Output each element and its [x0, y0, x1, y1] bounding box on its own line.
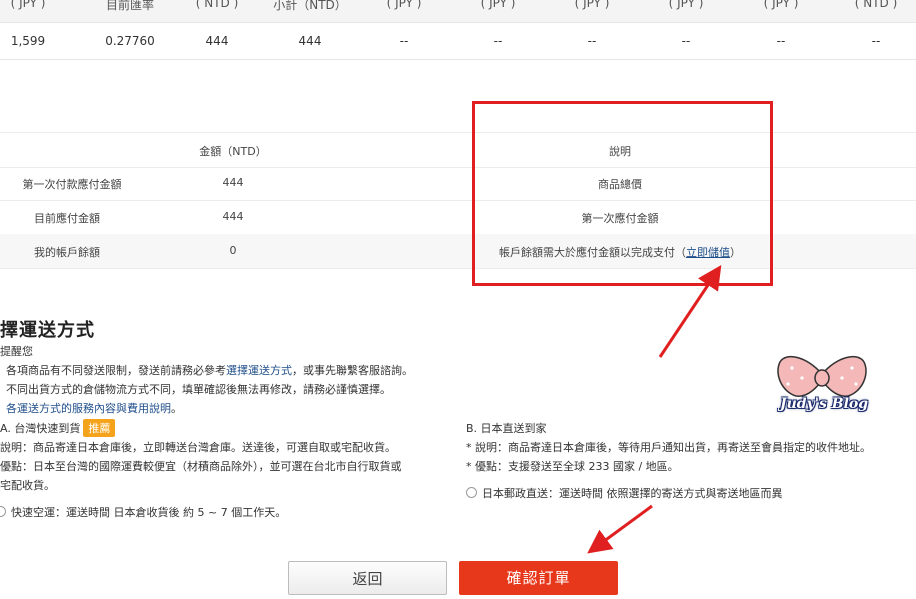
radio-japan-post[interactable]: 日本郵政直送：運送時間 依照選擇的寄送方式與寄送地區而異	[466, 485, 783, 501]
option-a-advantage: 優點：日本至台灣的國際運費較便宜（材積商品除外），並可選在台北市自行取貨或	[0, 460, 402, 473]
option-a-description: 說明：商品寄達日本倉庫後，立即轉送台灣倉庫。送達後，可選自取或宅配收貨。	[0, 441, 396, 454]
radio-icon[interactable]	[0, 506, 6, 517]
confirm-order-button[interactable]: 確認訂單	[459, 561, 618, 595]
option-b-advantage: * 優點：支援發送至全球 233 國家 / 地區。	[466, 460, 679, 473]
radio-icon[interactable]	[466, 487, 477, 498]
note-line: 各項商品有不同發送限制，發送前請務必參考選擇運送方式，或事先聯繫客服諮詢。	[6, 362, 413, 378]
option-b-title: B. 日本直送到家	[466, 422, 547, 435]
service-fee-link[interactable]: 各運送方式的服務內容與費用說明	[6, 402, 171, 415]
radio-label: 日本郵政直送：運送時間 依照選擇的寄送方式與寄送地區而異	[482, 487, 783, 500]
arrow-to-top-up-link	[658, 265, 722, 358]
option-title-text: A. 台灣快速到貨	[0, 422, 81, 435]
note-text: 各項商品有不同發送限制，發送前請務必參考	[6, 364, 226, 377]
note-text: 。	[171, 402, 182, 415]
recommend-badge: 推薦	[83, 419, 116, 437]
back-button[interactable]: 返回	[288, 561, 447, 595]
option-b-description: * 說明：商品寄達日本倉庫後，等待用戶通知出貨，再寄送至會員指定的收件地址。	[466, 441, 871, 454]
radio-fast-air[interactable]: 快速空運：運送時間 日本倉收貨後 約 5 ~ 7 個工作天。	[0, 504, 286, 520]
arrow-to-confirm-button	[587, 504, 653, 554]
section-title: 擇運送方式	[0, 320, 95, 341]
shipping-method-link[interactable]: 選擇運送方式	[226, 364, 292, 377]
option-a-title: A. 台灣快速到貨 推薦	[0, 419, 116, 437]
option-a-advantage-cont: 宅配收貨。	[0, 479, 55, 492]
note-text: ，或事先聯繫客服諮詢。	[292, 364, 413, 377]
blog-watermark: Judy's Blog	[780, 396, 869, 412]
note-line: 各運送方式的服務內容與費用說明。	[6, 400, 182, 416]
note-line: 不同出貨方式的倉儲物流方式不同，填單確認後無法再修改，請務必謹慎選擇。	[6, 383, 391, 396]
reminder-label: 提醒您	[0, 345, 33, 358]
radio-label: 快速空運：運送時間 日本倉收貨後 約 5 ~ 7 個工作天。	[11, 506, 287, 519]
